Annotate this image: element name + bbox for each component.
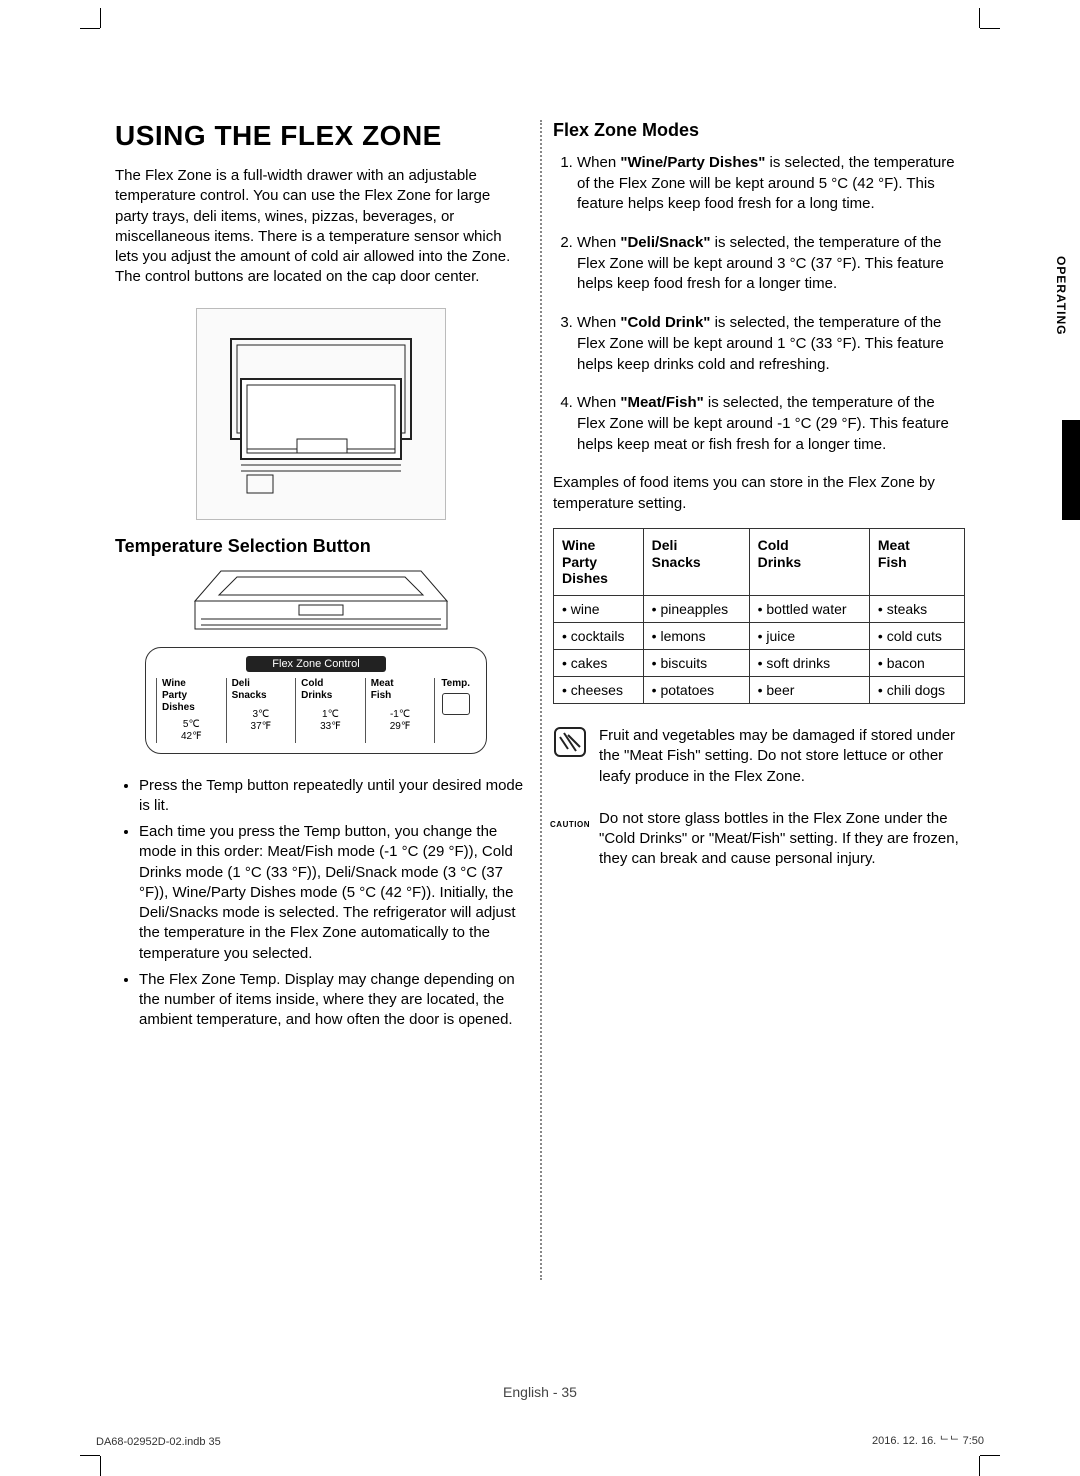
footer-timestamp: 2016. 12. 16. ᄂᄂ 7:50 xyxy=(872,1432,984,1448)
examples-intro: Examples of food items you can store in … xyxy=(553,473,965,514)
list-item: Each time you press the Temp button, you… xyxy=(139,822,527,964)
drawer-top-sketch xyxy=(115,567,527,639)
intro-paragraph: The Flex Zone is a full-width drawer wit… xyxy=(115,166,527,288)
flex-zone-modes-list: When "Wine/Party Dishes" is selected, th… xyxy=(553,153,965,455)
caution-label: CAUTION xyxy=(550,820,590,831)
food-examples-table: Wine Party Dishes Deli Snacks Cold Drink… xyxy=(553,528,965,704)
temp-button[interactable] xyxy=(442,693,470,715)
table-header: Wine Party Dishes xyxy=(554,528,644,595)
temp-button-instructions: Press the Temp button repeatedly until y… xyxy=(115,776,527,1031)
temp-button-label: Temp. xyxy=(441,678,470,689)
flex-zone-control-panel: Flex Zone Control Wine Party Dishes 5℃42… xyxy=(145,647,487,754)
table-header: Deli Snacks xyxy=(643,528,749,595)
list-item: The Flex Zone Temp. Display may change d… xyxy=(139,970,527,1031)
side-tab-marker xyxy=(1062,420,1080,520)
table-header: Meat Fish xyxy=(869,528,964,595)
panel-title: Flex Zone Control xyxy=(246,656,386,672)
caution-text: Do not store glass bottles in the Flex Z… xyxy=(599,809,965,870)
side-tab: OPERATING xyxy=(1040,250,1080,395)
panel-col-meat: Meat Fish -1℃29℉ xyxy=(365,678,435,743)
note-icon xyxy=(553,726,587,758)
flex-zone-drawer-icon xyxy=(211,319,431,509)
list-item: When "Wine/Party Dishes" is selected, th… xyxy=(577,153,965,215)
list-item: When "Deli/Snack" is selected, the tempe… xyxy=(577,233,965,295)
list-item: Press the Temp button repeatedly until y… xyxy=(139,776,527,817)
table-row: cheeses potatoes beer chili dogs xyxy=(554,677,965,704)
table-row: cakes biscuits soft drinks bacon xyxy=(554,650,965,677)
list-item: When "Cold Drink" is selected, the tempe… xyxy=(577,313,965,375)
panel-col-wine: Wine Party Dishes 5℃42℉ xyxy=(156,678,226,743)
subheading: Temperature Selection Button xyxy=(115,536,527,557)
side-tab-label: OPERATING xyxy=(1054,250,1068,395)
panel-col-deli: Deli Snacks 3℃37℉ xyxy=(226,678,296,743)
column-divider xyxy=(540,120,542,1280)
footer-file-ref: DA68-02952D-02.indb 35 xyxy=(96,1436,221,1448)
caution-icon: CAUTION xyxy=(553,809,587,841)
table-header: Cold Drinks xyxy=(749,528,869,595)
drawer-outer-figure xyxy=(115,308,527,520)
list-item: When "Meat/Fish" is selected, the temper… xyxy=(577,393,965,455)
table-row: wine pineapples bottled water steaks xyxy=(554,596,965,623)
page-title: USING THE FLEX ZONE xyxy=(115,120,527,152)
panel-col-cold: Cold Drinks 1℃33℉ xyxy=(295,678,365,743)
note-text: Fruit and vegetables may be damaged if s… xyxy=(599,726,965,787)
caution-box: CAUTION Do not store glass bottles in th… xyxy=(553,809,965,870)
page-number: English - 35 xyxy=(0,1384,1080,1400)
section-title: Flex Zone Modes xyxy=(553,120,965,141)
table-row: cocktails lemons juice cold cuts xyxy=(554,623,965,650)
note-box: Fruit and vegetables may be damaged if s… xyxy=(553,726,965,787)
temp-button-group: Temp. xyxy=(434,678,476,743)
